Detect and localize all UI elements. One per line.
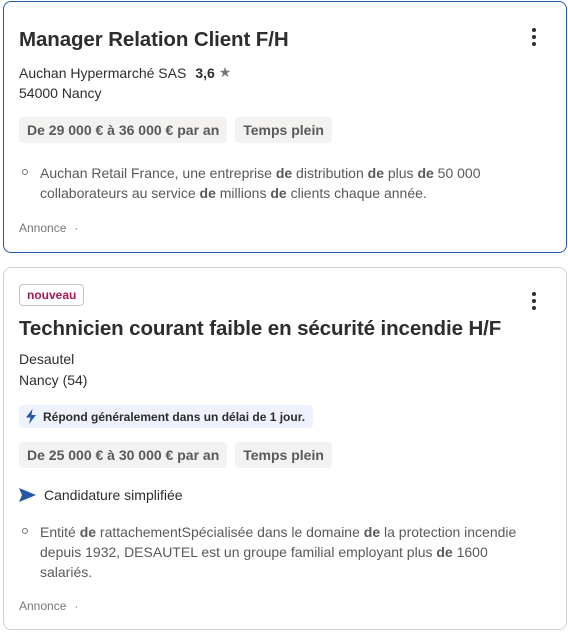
job-location: 54000 Nancy — [19, 85, 102, 101]
salary-tag: De 29 000 € à 36 000 € par an — [19, 117, 228, 143]
card-footer: Annonce · — [19, 221, 78, 235]
job-snippet: Auchan Retail France, une entreprise de … — [19, 163, 519, 203]
send-arrow-icon — [19, 488, 36, 502]
company-row: Desautel — [19, 351, 74, 367]
bullet-icon — [22, 169, 28, 175]
job-tags: De 29 000 € à 36 000 € par an Temps plei… — [19, 117, 332, 143]
card-footer: Annonce · — [19, 599, 78, 613]
company-name: Desautel — [19, 351, 75, 367]
response-time-text: Répond généralement dans un délai de 1 j… — [43, 409, 306, 424]
job-type-tag: Temps plein — [235, 117, 332, 143]
job-title[interactable]: Technicien courant faible en sécurité in… — [19, 317, 501, 341]
snippet-line: depuis 1932, DESAUTEL est un groupe fami… — [40, 544, 488, 560]
more-options-icon[interactable] — [524, 287, 544, 315]
job-title[interactable]: Manager Relation Client F/H — [19, 28, 289, 52]
salary-tag: De 25 000 € à 30 000 € par an — [19, 442, 228, 468]
job-tags: De 25 000 € à 30 000 € par an Temps plei… — [19, 442, 332, 468]
easy-apply-label: Candidature simplifiée — [44, 487, 183, 503]
ad-label: Annonce — [19, 599, 67, 613]
snippet-line: Entité de rattachementSpécialisée dans l… — [40, 524, 517, 540]
job-card[interactable]: nouveau Technicien courant faible en séc… — [3, 267, 567, 630]
footer-separator: · — [74, 221, 79, 235]
job-snippet: Entité de rattachementSpécialisée dans l… — [19, 522, 519, 582]
response-time-badge: Répond généralement dans un délai de 1 j… — [19, 405, 314, 428]
job-card[interactable]: Manager Relation Client F/H Auchan Hyper… — [3, 1, 567, 253]
company-row: Auchan Hypermarché SAS 3,6 ★ — [19, 64, 231, 81]
snippet-line: collaborateurs au service de millions de… — [40, 185, 427, 201]
star-icon: ★ — [218, 64, 232, 80]
company-name: Auchan Hypermarché SAS — [19, 64, 187, 81]
ad-label: Annonce — [19, 221, 67, 235]
new-badge: nouveau — [19, 284, 85, 306]
footer-separator: · — [74, 599, 79, 613]
snippet-line: Auchan Retail France, une entreprise de … — [40, 165, 481, 181]
lightning-icon — [26, 409, 36, 424]
job-type-tag: Temps plein — [235, 442, 332, 468]
snippet-line: salariés. — [40, 564, 93, 580]
job-location: Nancy (54) — [19, 372, 88, 388]
easy-apply: Candidature simplifiée — [19, 487, 183, 503]
bullet-icon — [22, 528, 28, 534]
company-rating: 3,6 — [195, 64, 215, 81]
more-options-icon[interactable] — [524, 23, 544, 51]
